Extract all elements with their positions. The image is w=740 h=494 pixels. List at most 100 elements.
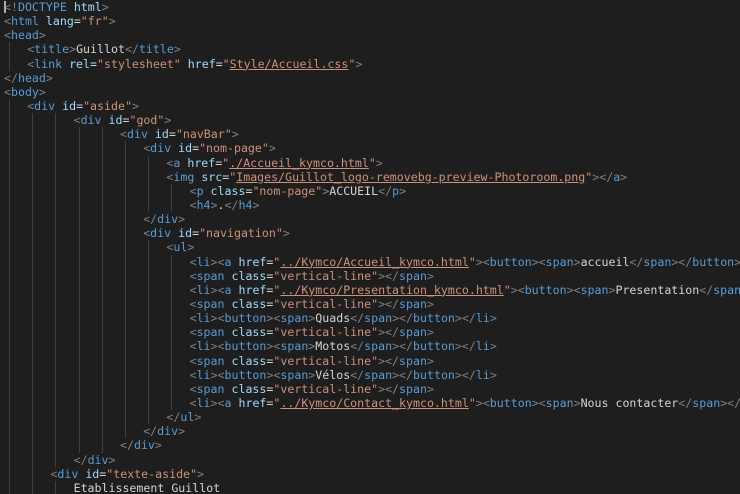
code-line[interactable]: <img src="Images/Guillot_logo-removebg-p… (0, 169, 740, 184)
code-line-content: </head> (4, 71, 53, 85)
code-token: ul (173, 240, 188, 255)
code-token: = (192, 141, 200, 156)
indent-guide (32, 452, 34, 467)
code-line[interactable]: </ul> (0, 410, 740, 425)
code-token: "god" (129, 113, 165, 128)
code-area[interactable]: <!DOCTYPE html> <html lang="fr"> <head> <ti… (0, 0, 740, 494)
code-line[interactable]: </div> (0, 438, 740, 453)
code-token: li (196, 339, 211, 354)
code-line[interactable]: <span class="vertical-line"></span> (0, 296, 740, 312)
code-line[interactable]: <span class="vertical-line"></span> (0, 268, 740, 283)
code-line[interactable]: <link rel="stylesheet" href="Style/Accue… (0, 56, 740, 71)
indent-guide (148, 169, 150, 184)
code-line[interactable]: Etablissement Guillot (0, 480, 740, 494)
code-token: " (468, 395, 476, 410)
code-line[interactable]: </div> (0, 452, 740, 467)
code-line[interactable]: <a href="./Accueil_kymco.html"> (0, 155, 740, 170)
code-token: < (4, 14, 11, 29)
code-line[interactable]: <li><a href="../Kymco/Accueil_kymco.html… (0, 254, 740, 269)
indent-guide (32, 212, 34, 227)
code-token: > (45, 70, 53, 85)
code-token: "nom-page" (252, 183, 323, 198)
code-token: href (187, 155, 216, 170)
indent-guide (101, 325, 103, 340)
code-line-content: <a href="./Accueil_kymco.html"> (166, 156, 382, 170)
code-line[interactable]: <div id="aside"> (0, 98, 740, 114)
code-line-content: <span class="vertical-line"></span> (190, 269, 434, 283)
code-line-content: <div id="nom-page"> (143, 141, 276, 155)
code-line-content: <html lang="fr"> (4, 14, 116, 28)
indent-guide (101, 212, 103, 227)
code-token: < (189, 183, 197, 198)
indent-guide (9, 410, 10, 425)
code-line[interactable]: <span class="vertical-line"></span> (0, 353, 740, 368)
code-line-content: <li><a href="../Kymco/Presentation_kymco… (190, 283, 740, 297)
code-token: </ (629, 254, 644, 269)
code-line[interactable]: <span class="vertical-line"></span> (0, 325, 740, 340)
code-line[interactable]: <div id="navigation"> (0, 226, 740, 241)
code-token: "vertical-line" (273, 325, 379, 340)
code-line[interactable]: <p class="nom-page">ACCUEIL</p> (0, 183, 740, 198)
code-token: < (120, 127, 127, 142)
code-line[interactable]: <li><button><span>Vélos</span></button><… (0, 367, 740, 382)
code-token: ></ (392, 367, 414, 382)
indent-guide (55, 141, 57, 156)
code-token: > (426, 296, 434, 311)
code-token: < (4, 28, 11, 43)
code-editor[interactable]: <!DOCTYPE html> <html lang="fr"> <head> <ti… (0, 0, 740, 494)
code-line-content: <title>Guillot</title> (27, 42, 181, 56)
indent-guide (55, 155, 57, 170)
code-token: > (426, 381, 434, 396)
code-token: button (413, 339, 455, 354)
code-token: = (76, 98, 84, 113)
indent-guide (148, 282, 150, 297)
code-line[interactable]: </head> (0, 71, 740, 85)
code-token: < (189, 353, 197, 368)
indent-guide (101, 226, 103, 241)
code-line[interactable]: <head> (0, 28, 740, 42)
indent-guide (148, 240, 150, 255)
code-line[interactable]: <div id="nom-page"> (0, 141, 740, 156)
code-token: html (10, 14, 39, 29)
code-line[interactable]: <body> (0, 85, 740, 99)
code-line[interactable]: <html lang="fr"> (0, 14, 740, 28)
indent-guide (148, 268, 150, 283)
code-line[interactable]: <li><button><span>Motos</span></button><… (0, 339, 740, 354)
code-token: >< (210, 339, 225, 354)
code-line[interactable]: <div id="navBar"> (0, 127, 740, 142)
indent-guide (171, 395, 173, 411)
code-token: >< (266, 311, 281, 326)
code-line[interactable]: </div> (0, 212, 740, 227)
indent-guide (78, 240, 80, 255)
code-line[interactable]: <div id="texte-aside"> (0, 466, 740, 481)
indent-guide (32, 410, 34, 425)
code-token: li (475, 339, 490, 354)
code-token: </ (73, 452, 88, 467)
indent-guide (55, 367, 57, 382)
code-line[interactable]: <li><a href="../Kymco/Contact_kymco.html… (0, 395, 740, 411)
code-token: h4 (196, 197, 211, 212)
code-line-content: <li><button><span>Motos</span></button><… (190, 339, 497, 353)
indent-guide (9, 113, 10, 128)
code-token: >< (510, 282, 525, 297)
code-line[interactable]: <ul> (0, 240, 740, 255)
code-line[interactable]: <span class="vertical-line"></span> (0, 381, 740, 396)
indent-guide (9, 296, 10, 312)
indent-guide (9, 268, 10, 283)
code-token: >< (531, 395, 546, 410)
code-line[interactable]: <li><a href="../Kymco/Presentation_kymco… (0, 282, 740, 297)
code-token: >< (475, 395, 490, 410)
code-line[interactable]: </div> (0, 424, 740, 439)
indent-guide (32, 127, 34, 142)
code-line[interactable]: <li><button><span>Quads</span></button><… (0, 311, 740, 326)
code-line[interactable]: <h4>.</h4> (0, 197, 740, 213)
code-line-content: <!DOCTYPE html> (4, 0, 109, 14)
code-line[interactable]: <title>Guillot</title> (0, 42, 740, 57)
indent-guide (78, 155, 80, 170)
indent-guide (78, 339, 80, 354)
indent-guide (78, 325, 80, 340)
code-token: >< (210, 311, 225, 326)
code-line[interactable]: <div id="god"> (0, 113, 740, 128)
code-line[interactable]: <!DOCTYPE html> (0, 0, 740, 14)
